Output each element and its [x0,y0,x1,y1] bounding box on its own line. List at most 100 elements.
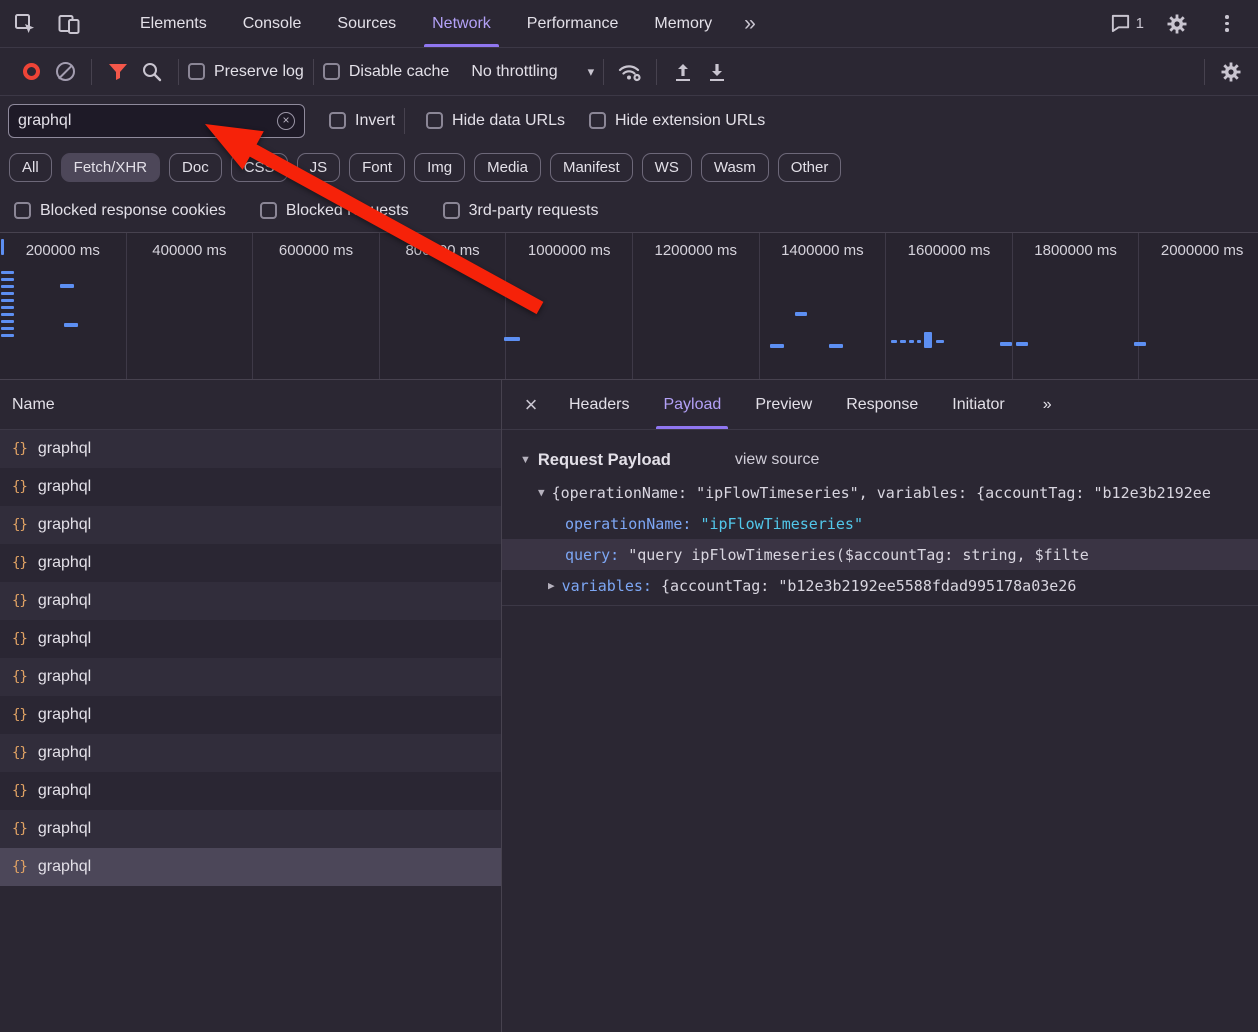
waterfall-mark [909,340,914,343]
clear-filter-icon[interactable]: × [277,112,295,130]
request-name: graphql [38,668,91,686]
waterfall-mark [504,337,520,341]
chip-manifest[interactable]: Manifest [550,153,633,182]
request-row-selected[interactable]: {}graphql [0,848,501,886]
chip-js[interactable]: JS [297,153,341,182]
more-panels-button[interactable]: » [734,0,766,47]
waterfall-mark [1000,342,1012,346]
payload-value: "ipFlowTimeseries" [700,515,863,533]
request-payload-section[interactable]: ▼ Request Payload view source [502,443,1258,477]
inspect-cursor-icon [13,12,37,36]
tab-headers[interactable]: Headers [552,380,646,429]
chip-doc[interactable]: Doc [169,153,222,182]
chip-font[interactable]: Font [349,153,405,182]
blocked-requests-checkbox[interactable] [260,202,277,219]
preserve-log-checkbox-item[interactable]: Preserve log [188,63,304,81]
clear-network-log-button[interactable] [48,55,82,89]
chip-css[interactable]: CSS [231,153,288,182]
request-row[interactable]: {}graphql [0,620,501,658]
xhr-braces-icon: {} [12,745,27,761]
network-conditions-button[interactable] [613,55,647,89]
tab-console[interactable]: Console [225,0,320,47]
chip-wasm[interactable]: Wasm [701,153,769,182]
waterfall-mark [64,323,78,327]
payload-query-row[interactable]: query: "query ipFlowTimeseries($accountT… [502,539,1258,570]
topbar-left-icons [8,7,86,41]
disable-cache-checkbox[interactable] [323,63,340,80]
hide-extension-urls-checkbox-item[interactable]: Hide extension URLs [589,112,765,130]
tab-elements[interactable]: Elements [122,0,225,47]
request-row[interactable]: {}graphql [0,696,501,734]
request-row[interactable]: {}graphql [0,582,501,620]
network-settings-button[interactable] [1214,55,1248,89]
chip-img[interactable]: Img [414,153,465,182]
chip-fetch-xhr[interactable]: Fetch/XHR [61,153,160,182]
settings-button[interactable] [1160,7,1194,41]
preserve-log-checkbox[interactable] [188,63,205,80]
filter-toggle-button[interactable] [101,55,135,89]
request-row[interactable]: {}graphql [0,430,501,468]
throttling-dropdown[interactable]: No throttling ▾ [471,63,594,81]
tab-payload[interactable]: Payload [646,380,738,429]
payload-value: "query ipFlowTimeseries($accountTag: str… [628,546,1089,564]
waterfall-mark [936,340,944,343]
request-row[interactable]: {}graphql [0,734,501,772]
blocked-requests-checkbox-item[interactable]: Blocked requests [260,202,409,220]
tab-initiator[interactable]: Initiator [935,380,1021,429]
hide-extension-urls-checkbox[interactable] [589,112,606,129]
chip-all[interactable]: All [9,153,52,182]
request-rows: {}graphql {}graphql {}graphql {}graphql … [0,430,501,886]
close-details-button[interactable]: × [510,392,552,418]
invert-checkbox-item[interactable]: Invert [329,112,395,130]
filter-input-box[interactable]: × [8,104,305,138]
hide-data-urls-checkbox[interactable] [426,112,443,129]
chip-media[interactable]: Media [474,153,541,182]
toolbar-divider [91,59,92,85]
overflow-menu-button[interactable] [1210,7,1244,41]
panel-tabs: Elements Console Sources Network Perform… [122,0,766,47]
timeline-marks [0,233,1258,379]
blocked-cookies-checkbox[interactable] [14,202,31,219]
search-network-button[interactable] [135,55,169,89]
more-detail-tabs-button[interactable]: » [1026,380,1069,429]
request-row[interactable]: {}graphql [0,810,501,848]
export-har-button[interactable] [700,55,734,89]
tab-preview[interactable]: Preview [738,380,829,429]
blocked-cookies-checkbox-item[interactable]: Blocked response cookies [14,202,226,220]
waterfall-mark [770,344,784,348]
tab-response[interactable]: Response [829,380,935,429]
invert-label: Invert [355,112,395,130]
chip-ws[interactable]: WS [642,153,692,182]
network-overview-timeline[interactable]: 200000 ms 400000 ms 600000 ms 800000 ms … [0,232,1258,380]
column-header-name[interactable]: Name [0,380,501,430]
disable-cache-checkbox-item[interactable]: Disable cache [323,63,450,81]
payload-variables-row[interactable]: ▶ variables: {accountTag: "b12e3b2192ee5… [502,570,1258,601]
tab-sources[interactable]: Sources [319,0,414,47]
request-name: graphql [38,630,91,648]
tab-performance[interactable]: Performance [509,0,637,47]
tab-network[interactable]: Network [414,0,509,47]
view-source-link[interactable]: view source [735,451,819,469]
request-row[interactable]: {}graphql [0,772,501,810]
network-filter-input[interactable] [18,112,277,130]
invert-checkbox[interactable] [329,112,346,129]
device-toolbar-button[interactable] [52,7,86,41]
console-messages-button[interactable]: 1 [1110,13,1144,34]
gear-icon [1219,60,1243,84]
inspect-element-button[interactable] [8,7,42,41]
payload-root-node[interactable]: ▼ {operationName: "ipFlowTimeseries", va… [502,477,1258,508]
request-row[interactable]: {}graphql [0,468,501,506]
waterfall-mark [795,312,807,316]
request-row[interactable]: {}graphql [0,506,501,544]
payload-operation-row[interactable]: operationName: "ipFlowTimeseries" [502,508,1258,539]
record-network-log-button[interactable] [14,55,48,89]
chip-other[interactable]: Other [778,153,842,182]
hide-data-urls-checkbox-item[interactable]: Hide data URLs [426,112,565,130]
request-row[interactable]: {}graphql [0,658,501,696]
third-party-checkbox-item[interactable]: 3rd-party requests [443,202,599,220]
tab-memory[interactable]: Memory [636,0,730,47]
import-har-button[interactable] [666,55,700,89]
request-row[interactable]: {}graphql [0,544,501,582]
third-party-checkbox[interactable] [443,202,460,219]
payload-key: operationName: [565,515,691,533]
